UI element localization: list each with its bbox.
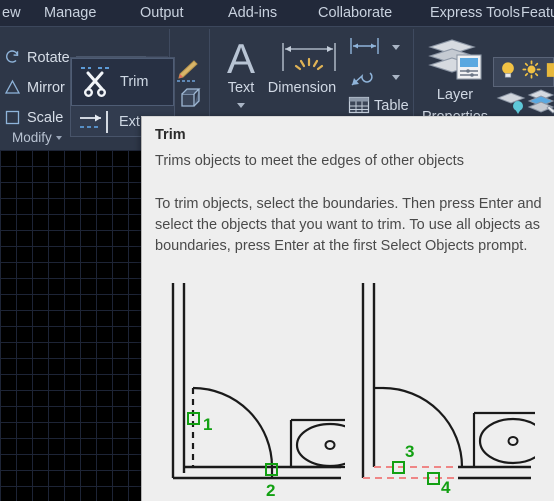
trim-tooltip: Trim Trims objects to meet the edges of … [141,116,554,501]
svg-text:A: A [227,37,255,79]
tab-manage[interactable]: Manage [44,0,96,26]
mirror-icon [4,79,21,96]
text-dropdown-arrow-icon[interactable] [237,103,245,108]
freeze-icon[interactable] [546,60,554,85]
illustration-before-trim: 1 2 [155,265,365,501]
modify-mirror-label: Mirror [27,79,65,96]
scissors-icon [78,62,114,102]
linear-dimension-dropdown-arrow-icon[interactable] [392,45,400,50]
flyout-item-trim[interactable]: Trim [71,58,174,106]
marker-3-label: 3 [405,442,414,461]
dimension-icon[interactable] [277,39,341,86]
tab-view[interactable]: ew [2,0,21,26]
3d-box-icon[interactable] [178,85,204,116]
tab-express-tools[interactable]: Express Tools [430,0,520,26]
modify-scale-button[interactable]: Scale [4,109,63,126]
autocad-window: ew Manage Output Add-ins Collaborate Exp… [0,0,554,501]
modify-rotate-label: Rotate [27,49,70,66]
tooltip-body: To trim objects, select the boundaries. … [155,196,542,254]
modify-panel-label[interactable]: Modify [12,130,62,145]
modify-mirror-button[interactable]: Mirror [4,79,65,96]
linear-dimension-icon[interactable] [348,35,384,62]
marker-1-label: 1 [203,415,212,434]
leader-dropdown-arrow-icon[interactable] [392,75,400,80]
lightbulb-on-icon[interactable] [499,60,517,85]
dimension-button-label[interactable]: Dimension [256,80,348,96]
modify-rotate-button[interactable]: Rotate [4,49,70,66]
panel-expand-arrow-icon [55,136,62,140]
tooltip-illustrations: 1 2 3 4 [155,265,554,501]
modify-scale-label: Scale [27,109,64,126]
leader-line-icon[interactable] [348,65,384,94]
scale-icon [4,109,21,126]
flyout-item-trim-label: Trim [120,74,149,90]
ribbon-tab-bar: ew Manage Output Add-ins Collaborate Exp… [0,0,554,26]
rotate-icon [4,49,21,66]
marker-4-label: 4 [441,478,451,497]
tooltip-title: Trim [155,127,186,143]
extend-arrow-icon [77,109,113,135]
sun-icon[interactable] [522,60,541,84]
marker-2-label: 2 [266,481,275,500]
layer-stack-properties-icon[interactable] [424,35,486,90]
illustration-after-trim: 3 4 [345,265,548,501]
tab-output[interactable]: Output [140,0,184,26]
layer-state-toggle-group[interactable] [493,57,554,87]
match-properties-icon[interactable] [174,57,200,88]
layer-properties-label-line1[interactable]: Layer [416,87,494,103]
text-a-icon[interactable]: A [221,35,261,84]
flyout-item-extend-label: Ext [119,114,140,130]
tooltip-subtitle: Trims objects to meet the edges of other… [155,153,464,169]
tab-collaborate[interactable]: Collaborate [318,0,392,26]
tab-add-ins[interactable]: Add-ins [228,0,277,26]
tab-featured-apps[interactable]: Featured Ap [521,0,554,26]
